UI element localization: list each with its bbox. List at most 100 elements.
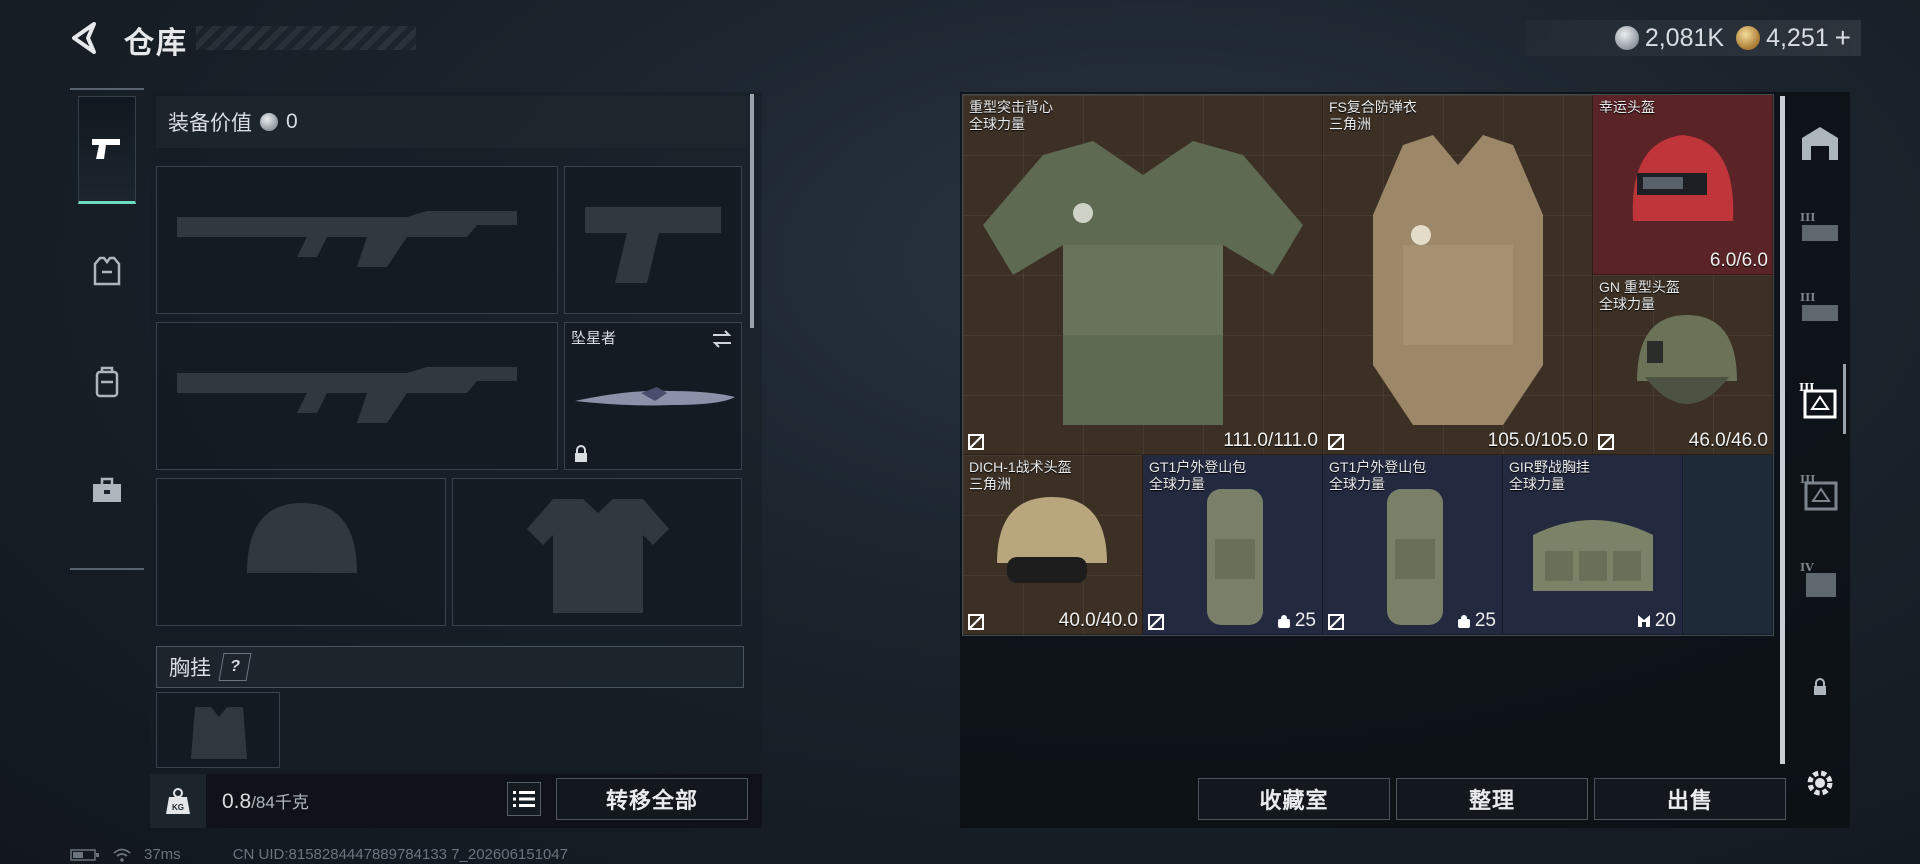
item-durability: 46.0/46.0: [1688, 430, 1768, 451]
storage-grid: 重型突击背心 全球力量 111.0/111.0 FS复合防弹衣 三角洲 105.0/…: [962, 94, 1774, 636]
rig-silhouette-icon: [191, 707, 247, 759]
backpack-image: [1387, 489, 1443, 625]
list-icon: [513, 791, 535, 807]
pistol-icon: [92, 139, 120, 159]
list-view-button[interactable]: [507, 782, 541, 816]
rifle-silhouette-icon: [177, 211, 517, 267]
item-name: GIR野战胸挂: [1509, 459, 1590, 475]
tab-warehouse-all[interactable]: [1794, 108, 1846, 178]
currency-silver[interactable]: 2,081K: [1614, 24, 1724, 53]
transfer-all-button[interactable]: 转移全部: [556, 778, 748, 820]
broken-armor-icon: [1148, 614, 1164, 630]
tab-weapons[interactable]: [78, 96, 136, 204]
weight-icon: KG: [166, 788, 190, 814]
pistol-slot[interactable]: [564, 166, 742, 314]
broken-armor-icon: [1328, 614, 1344, 630]
chest-rig-label: 胸挂: [169, 657, 211, 680]
tab-equipment[interactable]: [78, 218, 136, 326]
currency-bar: 2,081K 4,251 +: [1525, 20, 1861, 56]
tab-storage-armor[interactable]: III: [1794, 364, 1846, 434]
heavy-vest-image: [983, 141, 1303, 425]
loadout-scrollbar[interactable]: [750, 94, 754, 328]
collection-room-button[interactable]: 收藏室: [1198, 778, 1390, 820]
lock-icon: [1814, 678, 1826, 695]
broken-armor-icon: [1598, 434, 1614, 450]
sell-button[interactable]: 出售: [1594, 778, 1786, 820]
storage-item[interactable]: 重型突击背心 全球力量 111.0/111.0: [963, 95, 1323, 455]
backpack-icon: [95, 366, 119, 398]
storage-iv-icon: IV: [1800, 561, 1836, 597]
item-name: GN 重型头盔: [1599, 279, 1680, 295]
battery-icon: [70, 848, 99, 861]
chest-rig-slot[interactable]: [156, 692, 280, 768]
add-gold-button[interactable]: +: [1835, 22, 1851, 54]
item-name: 重型突击背心: [969, 99, 1053, 115]
ping: 37ms: [144, 846, 181, 863]
item-faction: 全球力量: [1509, 476, 1565, 492]
storage-item[interactable]: GIR野战胸挂 全球力量 20: [1503, 455, 1683, 635]
status-bar: 37ms CN UID:8158284447889784133 7_202606…: [70, 846, 568, 863]
helmet-slot[interactable]: [156, 478, 446, 626]
melee-name: 坠星者: [571, 330, 617, 347]
help-button[interactable]: ?: [218, 653, 252, 681]
armor-slot[interactable]: [452, 478, 742, 626]
item-capacity: 25: [1294, 610, 1316, 631]
gold-amount: 4,251: [1766, 23, 1829, 52]
storage-item[interactable]: FS复合防弹衣 三角洲 105.0/105.0: [1323, 95, 1593, 455]
tab-storage-armor-2[interactable]: III: [1794, 456, 1846, 526]
svg-text:IV: IV: [1800, 561, 1814, 574]
silver-coin-icon: [1614, 26, 1639, 50]
gold-coin-icon: [1736, 26, 1761, 50]
page-title: 仓库: [124, 27, 188, 60]
plate-carrier-image: [1373, 135, 1543, 425]
vest-icon: [93, 256, 121, 286]
capacity-bag-icon: [1277, 615, 1290, 628]
storage-item[interactable]: GN 重型头盔 全球力量 46.0/46.0: [1593, 275, 1773, 455]
tab-case[interactable]: [78, 436, 136, 544]
back-arrow-icon: [72, 22, 96, 54]
primary-weapon-slot[interactable]: [156, 166, 558, 314]
equipment-value-row: 装备价值 0: [156, 96, 746, 148]
capacity-rig-icon: [1637, 615, 1650, 627]
storage-item[interactable]: GT1户外登山包 全球力量 25: [1323, 455, 1503, 635]
user-uid: CN UID:8158284447889784133 7_20260615104…: [232, 846, 568, 863]
item-durability: 40.0/40.0: [1058, 610, 1138, 631]
helmet-silhouette-icon: [247, 503, 357, 573]
svg-text:III: III: [1800, 291, 1815, 304]
back-button[interactable]: [68, 20, 104, 56]
tab-backpack[interactable]: [78, 328, 136, 436]
weight-max: /84千克: [251, 793, 309, 812]
wifi-icon: [113, 848, 131, 862]
tab-locked[interactable]: [1794, 652, 1846, 722]
storage-item[interactable]: GT1户外登山包 全球力量 25: [1143, 455, 1323, 635]
tab-storage-3[interactable]: III: [1794, 192, 1846, 262]
chest-rig-image: [1533, 520, 1653, 591]
item-capacity: 25: [1474, 610, 1496, 631]
heavy-helmet-image: [1637, 315, 1737, 404]
settings-button[interactable]: [1794, 748, 1846, 818]
title-stripe: [196, 26, 416, 50]
warehouse-icon: [1802, 127, 1838, 160]
storage-item[interactable]: 幸运头盔 6.0/6.0: [1593, 95, 1773, 275]
currency-gold[interactable]: 4,251 +: [1736, 22, 1851, 54]
tab-storage-4[interactable]: IV: [1794, 544, 1846, 614]
melee-slot[interactable]: 坠星者: [564, 322, 742, 470]
storage-scrollbar[interactable]: [1780, 96, 1785, 764]
tab-storage-3b[interactable]: III: [1794, 272, 1846, 342]
broken-armor-icon: [968, 614, 984, 630]
rifle-silhouette-icon: [177, 367, 517, 423]
item-name: DICH-1战术头盔: [969, 459, 1072, 475]
empty-cell[interactable]: [1683, 455, 1773, 635]
lucky-helmet-image: [1632, 135, 1734, 221]
storage-tab-rail: III III III III IV: [1790, 92, 1850, 828]
armor-silhouette-icon: [527, 499, 669, 613]
secondary-weapon-slot[interactable]: [156, 322, 558, 470]
weight-readout: 0.8/84千克: [222, 788, 309, 814]
swap-icon[interactable]: [711, 329, 733, 349]
storage-item[interactable]: DICH-1战术头盔 三角洲 40.0/40.0: [963, 455, 1143, 635]
item-durability: 111.0/111.0: [1223, 430, 1318, 451]
item-faction: 全球力量: [1599, 296, 1655, 312]
sort-button[interactable]: 整理: [1396, 778, 1588, 820]
item-name: GT1户外登山包: [1329, 459, 1427, 475]
storage-iii-icon: III: [1800, 291, 1838, 321]
